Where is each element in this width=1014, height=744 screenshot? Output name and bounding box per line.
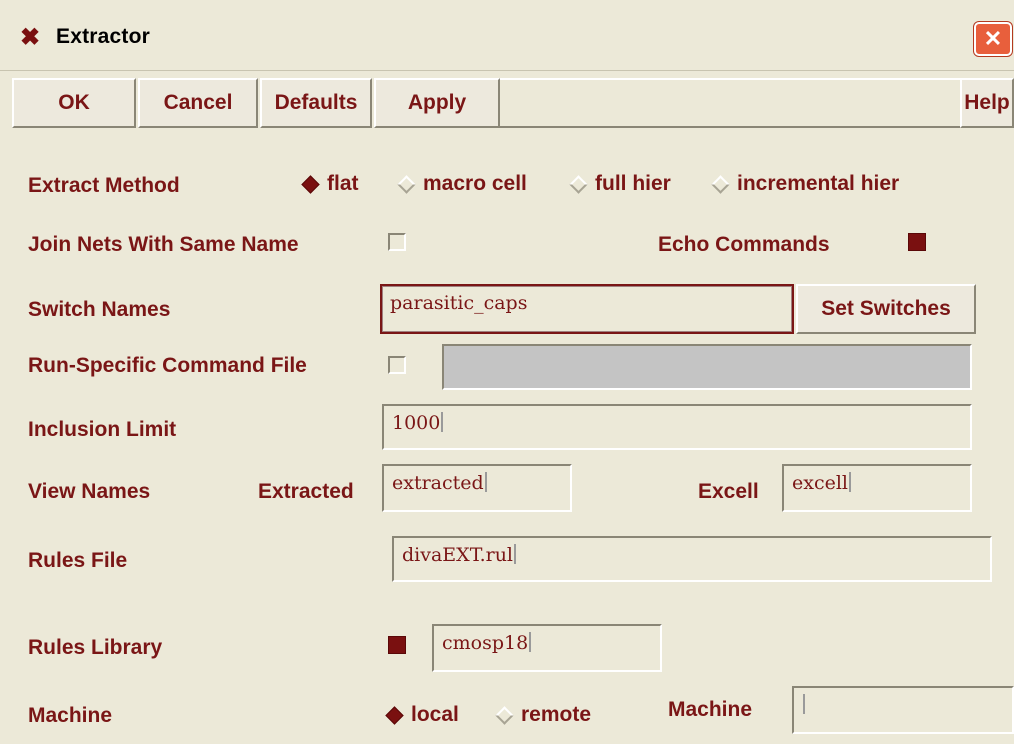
extractor-window: ✖ Extractor ✕ OK Cancel Defaults Apply H… (0, 0, 1014, 744)
excell-input[interactable]: excell (782, 464, 972, 512)
toolbar: OK Cancel Defaults Apply Help (12, 70, 1014, 128)
text-cursor (803, 694, 805, 714)
rules-library-checkbox[interactable] (388, 636, 406, 654)
radio-selected-icon (385, 705, 404, 725)
text-cursor (529, 632, 532, 652)
run-specific-label: Run-Specific Command File (28, 354, 307, 377)
x-logo-icon: ✖ (20, 24, 41, 51)
extract-method-label: Extract Method (28, 174, 180, 197)
machine-input[interactable] (792, 686, 1014, 734)
join-nets-checkbox[interactable] (388, 233, 406, 251)
radio-incremental-hier[interactable]: incremental hier (710, 172, 899, 196)
text-cursor (441, 412, 444, 432)
machine-label: Machine (28, 704, 113, 727)
radio-local[interactable]: local (384, 703, 459, 727)
set-switches-button[interactable]: Set Switches (796, 284, 976, 334)
radio-remote-label: remote (521, 703, 592, 726)
cancel-button[interactable]: Cancel (138, 78, 258, 128)
help-button[interactable]: Help (960, 78, 1014, 128)
radio-full-hier-label: full hier (595, 172, 671, 195)
excell-label: Excell (698, 480, 759, 503)
window-title: Extractor (56, 25, 151, 48)
radio-macro-cell-label: macro cell (423, 172, 527, 195)
echo-commands-label: Echo Commands (658, 233, 830, 256)
switch-names-input[interactable]: parasitic_caps (380, 284, 794, 334)
radio-macro-cell[interactable]: macro cell (396, 172, 527, 196)
switch-names-value: parasitic_caps (390, 292, 528, 314)
radio-remote[interactable]: remote (494, 703, 591, 727)
radio-unselected-icon (711, 174, 730, 194)
join-nets-label: Join Nets With Same Name (28, 233, 299, 256)
extracted-input[interactable]: extracted (382, 464, 572, 512)
inclusion-limit-label: Inclusion Limit (28, 418, 177, 441)
ok-button[interactable]: OK (12, 78, 136, 128)
radio-unselected-icon (397, 174, 416, 194)
radio-incremental-hier-label: incremental hier (737, 172, 900, 195)
rules-library-value: cmosp18 (442, 632, 529, 654)
extracted-value: extracted (392, 472, 484, 494)
inclusion-limit-input[interactable]: 1000 (382, 404, 972, 450)
rules-library-label: Rules Library (28, 636, 163, 659)
echo-commands-checkbox[interactable] (908, 233, 926, 251)
view-names-label: View Names (28, 480, 151, 503)
radio-selected-icon (301, 174, 320, 194)
rules-file-input[interactable]: divaEXT.rul (392, 536, 992, 582)
radio-full-hier[interactable]: full hier (568, 172, 671, 196)
rules-file-value: divaEXT.rul (402, 544, 514, 566)
rules-library-input[interactable]: cmosp18 (432, 624, 662, 672)
switch-names-label: Switch Names (28, 298, 171, 321)
radio-local-label: local (411, 703, 459, 726)
radio-flat[interactable]: flat (300, 172, 359, 196)
text-cursor (484, 472, 487, 492)
close-icon[interactable]: ✕ (974, 22, 1012, 56)
apply-button[interactable]: Apply (374, 78, 500, 128)
run-specific-input[interactable] (442, 344, 972, 390)
text-cursor (849, 472, 851, 492)
rules-file-label: Rules File (28, 549, 128, 572)
excell-value: excell (792, 472, 848, 494)
radio-unselected-icon (569, 174, 588, 194)
defaults-button[interactable]: Defaults (260, 78, 372, 128)
run-specific-checkbox[interactable] (388, 356, 406, 374)
toolbar-spacer (500, 78, 960, 128)
inclusion-limit-value: 1000 (392, 412, 441, 434)
machine-field-label: Machine (668, 698, 753, 721)
extracted-label: Extracted (258, 480, 354, 503)
title-bar[interactable]: ✖ Extractor ✕ (0, 0, 1014, 71)
radio-flat-label: flat (327, 172, 359, 195)
text-cursor (514, 544, 517, 564)
radio-unselected-icon (495, 705, 514, 725)
